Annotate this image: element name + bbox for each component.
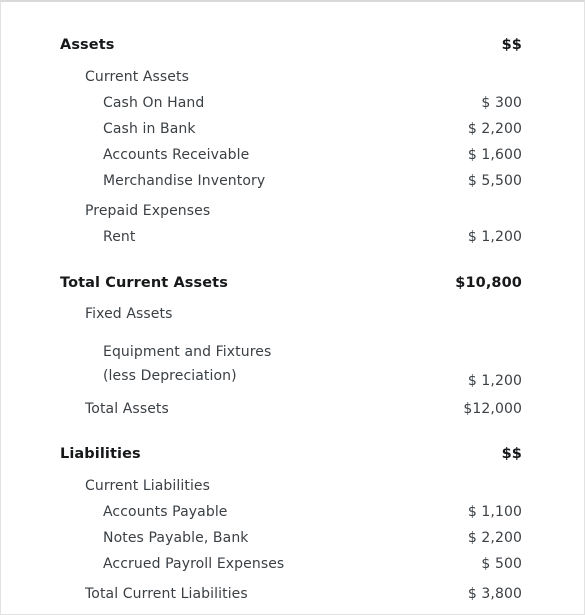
- line-item-label: Rent: [103, 228, 136, 245]
- line-item-label: Prepaid Expenses: [85, 202, 211, 219]
- section-heading-assets: Assets $$: [60, 38, 522, 53]
- section-heading-label: Liabilities: [60, 446, 141, 463]
- section-heading-label: Assets: [60, 37, 115, 53]
- line-item-prepaid-expenses: Prepaid Expenses: [60, 204, 522, 218]
- total-row-label: Total Assets: [85, 401, 169, 418]
- line-item-label: Equipment and Fixtures (less Depreciatio…: [103, 344, 272, 384]
- total-row-total-current-assets: Total Current Assets $10,800: [60, 274, 522, 291]
- line-item-value: $ 2,200: [467, 529, 522, 546]
- total-row-value: $12,000: [463, 401, 522, 418]
- total-row-total-current-liabilities: Total Current Liabilities $ 3,800: [60, 587, 522, 601]
- line-item-label: Current Assets: [85, 68, 189, 85]
- line-item-notes-payable-bank: Notes Payable, Bank $ 2,200: [60, 531, 522, 545]
- section-heading-value: $$: [501, 37, 522, 53]
- line-item-label: Accounts Receivable: [103, 146, 250, 163]
- total-row-label: Total Current Liabilities: [85, 585, 248, 602]
- line-item-value: $ 1,100: [467, 503, 522, 520]
- balance-sheet-statement: Assets $$ Current Assets Cash On Hand $ …: [1, 2, 584, 601]
- line-item-label: Cash in Bank: [103, 120, 196, 137]
- line-item-label: Notes Payable, Bank: [103, 529, 249, 546]
- balance-sheet-page: Assets $$ Current Assets Cash On Hand $ …: [0, 0, 585, 615]
- line-item-fixed-assets: Fixed Assets: [60, 307, 522, 321]
- line-item-value: $ 1,600: [467, 146, 522, 163]
- total-row-value: $10,800: [455, 274, 522, 291]
- line-item-cash-on-hand: Cash On Hand $ 300: [60, 96, 522, 110]
- line-item-merchandise-inventory: Merchandise Inventory $ 5,500: [60, 174, 522, 188]
- line-item-current-assets: Current Assets: [60, 70, 522, 84]
- line-item-value: $ 1,200: [467, 228, 522, 245]
- line-item-accrued-payroll-expenses: Accrued Payroll Expenses $ 500: [60, 557, 522, 571]
- total-row-total-assets: Total Assets $12,000: [60, 402, 522, 416]
- total-row-label: Total Current Assets: [60, 274, 228, 291]
- line-item-equipment-and-fixtures: Equipment and Fixtures (less Depreciatio…: [60, 341, 522, 388]
- line-item-label: Fixed Assets: [85, 306, 173, 322]
- line-item-label: Accounts Payable: [103, 503, 228, 520]
- line-item-rent: Rent $ 1,200: [60, 230, 522, 244]
- total-row-value: $ 3,800: [467, 585, 522, 602]
- section-heading-value: $$: [501, 446, 522, 463]
- line-item-label: Current Liabilities: [85, 477, 211, 494]
- line-item-accounts-payable: Accounts Payable $ 1,100: [60, 505, 522, 519]
- line-item-label: Accrued Payroll Expenses: [103, 555, 285, 572]
- line-item-label: Cash On Hand: [103, 94, 205, 111]
- line-item-value: $ 500: [481, 555, 522, 572]
- line-item-accounts-receivable: Accounts Receivable $ 1,600: [60, 148, 522, 162]
- line-item-value: $ 2,200: [467, 120, 522, 137]
- line-item-value: $ 5,500: [467, 172, 522, 189]
- line-item-value: $ 300: [481, 94, 522, 111]
- line-item-value: $ 1,200: [467, 373, 522, 390]
- line-item-label: Merchandise Inventory: [103, 172, 266, 189]
- line-item-current-liabilities: Current Liabilities: [60, 479, 522, 493]
- section-heading-liabilities: Liabilities $$: [60, 447, 522, 462]
- line-item-cash-in-bank: Cash in Bank $ 2,200: [60, 122, 522, 136]
